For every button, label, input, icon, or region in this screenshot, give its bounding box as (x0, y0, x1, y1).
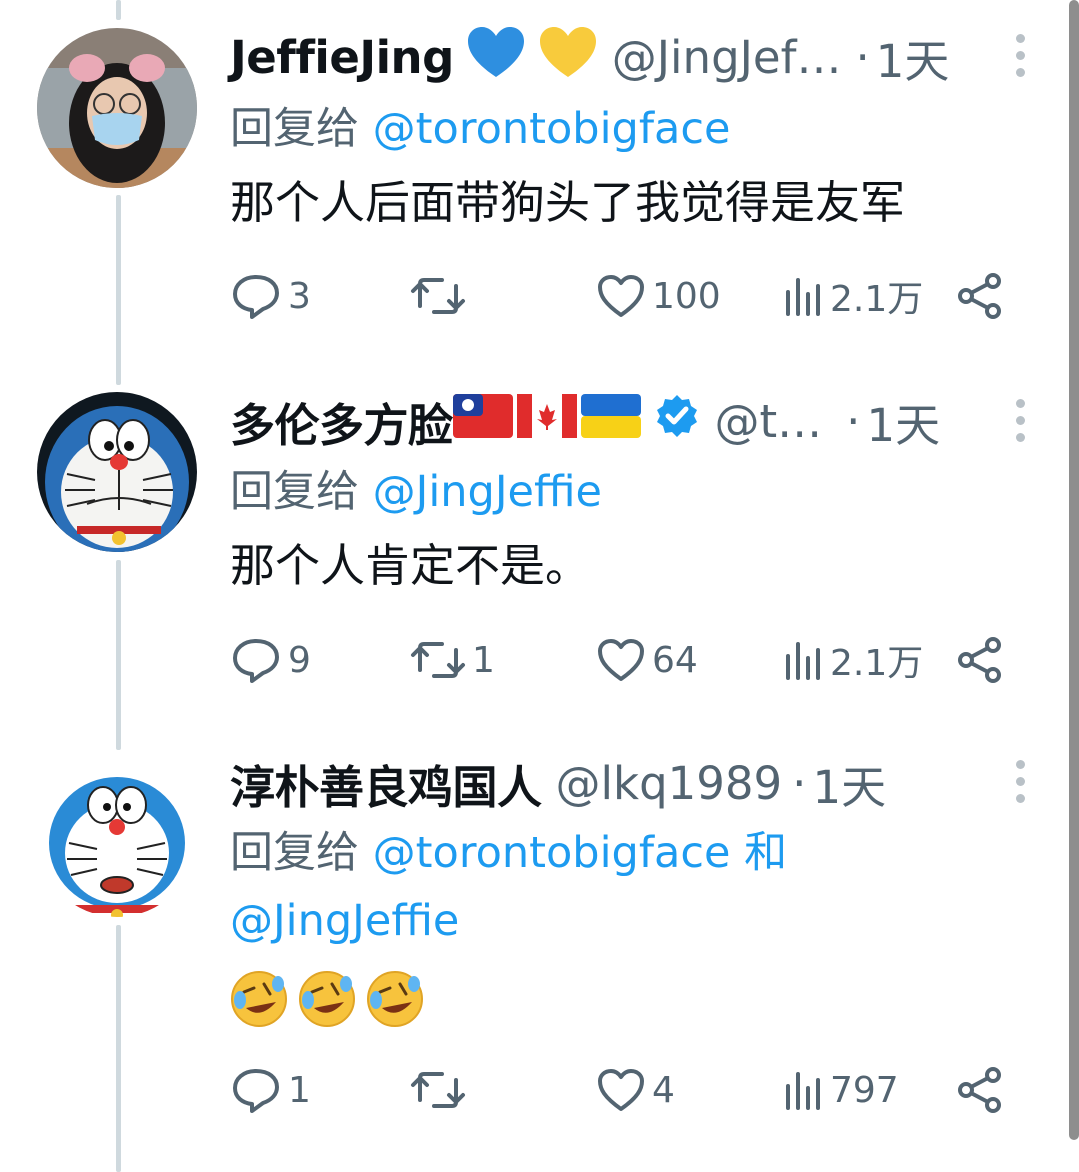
reply-button[interactable]: 3 (230, 266, 311, 326)
retweet-button[interactable]: 1 (410, 630, 495, 690)
mention-link[interactable]: @JingJeffie (230, 896, 459, 946)
share-icon (958, 637, 1001, 683)
views-count: 797 (830, 1069, 899, 1111)
views-count: 2.1万 (830, 279, 924, 320)
timestamp[interactable]: 1天 (866, 389, 940, 454)
reply-to: 回复给 @JingJeffie (230, 459, 602, 525)
rolling-laughing-emoji (367, 971, 423, 1027)
retweet-icon (411, 642, 465, 678)
reply-count: 1 (288, 1069, 311, 1111)
tweet[interactable]: 淳朴善良鸡国人 @lkq1989 · 1天 回复给 @torontobigfac… (0, 730, 1079, 1172)
tweet[interactable]: JeffieJing @JingJef… · 1天 回复给 @torontobi… (0, 0, 1079, 365)
heart-icon (598, 275, 644, 317)
tweet-text (230, 970, 424, 1028)
retweet-count: 1 (472, 639, 495, 681)
mention-link[interactable]: @torontobigface (373, 104, 731, 154)
views-button[interactable]: 2.1万 (780, 630, 923, 690)
ukraine-flag-icon (580, 393, 641, 449)
separator-dot: · (792, 756, 807, 810)
retweet-button[interactable] (410, 266, 472, 326)
separator-dot: · (846, 394, 861, 448)
views-button[interactable]: 2.1万 (780, 266, 923, 326)
action-bar: 3 100 2.1万 (230, 266, 1020, 326)
views-count: 2.1万 (830, 643, 924, 684)
views-button[interactable]: 797 (780, 1060, 899, 1120)
timestamp[interactable]: 1天 (812, 751, 886, 816)
retweet-button[interactable] (410, 1060, 472, 1120)
tweet-header: 多伦多方脸 @t… · 1天 (230, 389, 940, 454)
reply-count: 3 (288, 275, 311, 317)
reply-icon (233, 639, 279, 683)
heart-icon (598, 1069, 644, 1111)
reply-to-and: 和 (744, 828, 788, 878)
reply-icon (233, 275, 279, 319)
like-button[interactable]: 4 (596, 1060, 675, 1120)
avatar[interactable] (37, 392, 197, 552)
tweet-header: 淳朴善良鸡国人 @lkq1989 · 1天 (230, 751, 886, 816)
rolling-laughing-emoji (299, 971, 355, 1027)
share-button[interactable] (956, 1060, 1004, 1120)
views-icon (786, 278, 820, 316)
separator-dot: · (855, 30, 870, 84)
more-options-icon[interactable] (1012, 760, 1028, 803)
blue-heart-icon (466, 25, 526, 90)
verified-badge-icon (653, 392, 701, 451)
tweet-header: JeffieJing @JingJef… · 1天 (230, 25, 950, 90)
reply-to-second: @JingJeffie (230, 888, 459, 954)
views-icon (786, 1072, 820, 1110)
reply-button[interactable]: 9 (230, 630, 311, 690)
reply-to: 回复给 @torontobigface 和 (230, 820, 787, 886)
timestamp[interactable]: 1天 (876, 25, 950, 90)
mention-link[interactable]: @JingJeffie (373, 467, 602, 517)
reply-count: 9 (288, 639, 311, 681)
tweet-text: 那个人后面带狗头了我觉得是友军 (230, 176, 906, 229)
retweet-icon (411, 278, 465, 314)
retweet-icon (411, 1072, 465, 1108)
more-options-icon[interactable] (1012, 399, 1028, 442)
like-count: 64 (652, 639, 698, 681)
handle[interactable]: @lkq1989 (556, 757, 783, 810)
heart-icon (598, 639, 644, 681)
reply-to-label: 回复给 (230, 828, 359, 878)
share-icon (958, 1067, 1001, 1113)
like-count: 100 (652, 275, 721, 317)
like-button[interactable]: 64 (596, 630, 698, 690)
handle[interactable]: @JingJef… (612, 31, 842, 84)
action-bar: 1 4 797 (230, 1060, 1020, 1120)
handle[interactable]: @t… (715, 395, 823, 448)
more-options-icon[interactable] (1012, 34, 1028, 77)
display-name[interactable]: 淳朴善良鸡国人 (230, 751, 542, 816)
display-name[interactable]: 多伦多方脸 (230, 389, 453, 454)
avatar[interactable] (37, 757, 197, 917)
display-name[interactable]: JeffieJing (230, 31, 454, 84)
tweet[interactable]: 多伦多方脸 @t… · 1天 回复给 @JingJeffie 那个人肯定不是。 … (0, 365, 1079, 730)
rolling-laughing-emoji (231, 971, 287, 1027)
reply-to: 回复给 @torontobigface (230, 96, 730, 162)
action-bar: 9 1 64 2.1万 (230, 630, 1020, 690)
yellow-heart-icon (538, 25, 598, 90)
mention-link[interactable]: @torontobigface (373, 828, 731, 878)
avatar[interactable] (37, 28, 197, 188)
share-button[interactable] (956, 266, 1004, 326)
reply-button[interactable]: 1 (230, 1060, 311, 1120)
share-button[interactable] (956, 630, 1004, 690)
reply-to-label: 回复给 (230, 467, 359, 517)
taiwan-flag-icon (452, 393, 513, 449)
reply-icon (233, 1069, 279, 1113)
views-icon (786, 642, 820, 680)
tweet-text: 那个人肯定不是。 (230, 539, 591, 592)
share-icon (958, 273, 1001, 319)
like-count: 4 (652, 1069, 675, 1111)
canada-flag-icon (516, 393, 577, 449)
reply-to-label: 回复给 (230, 104, 359, 154)
like-button[interactable]: 100 (596, 266, 721, 326)
